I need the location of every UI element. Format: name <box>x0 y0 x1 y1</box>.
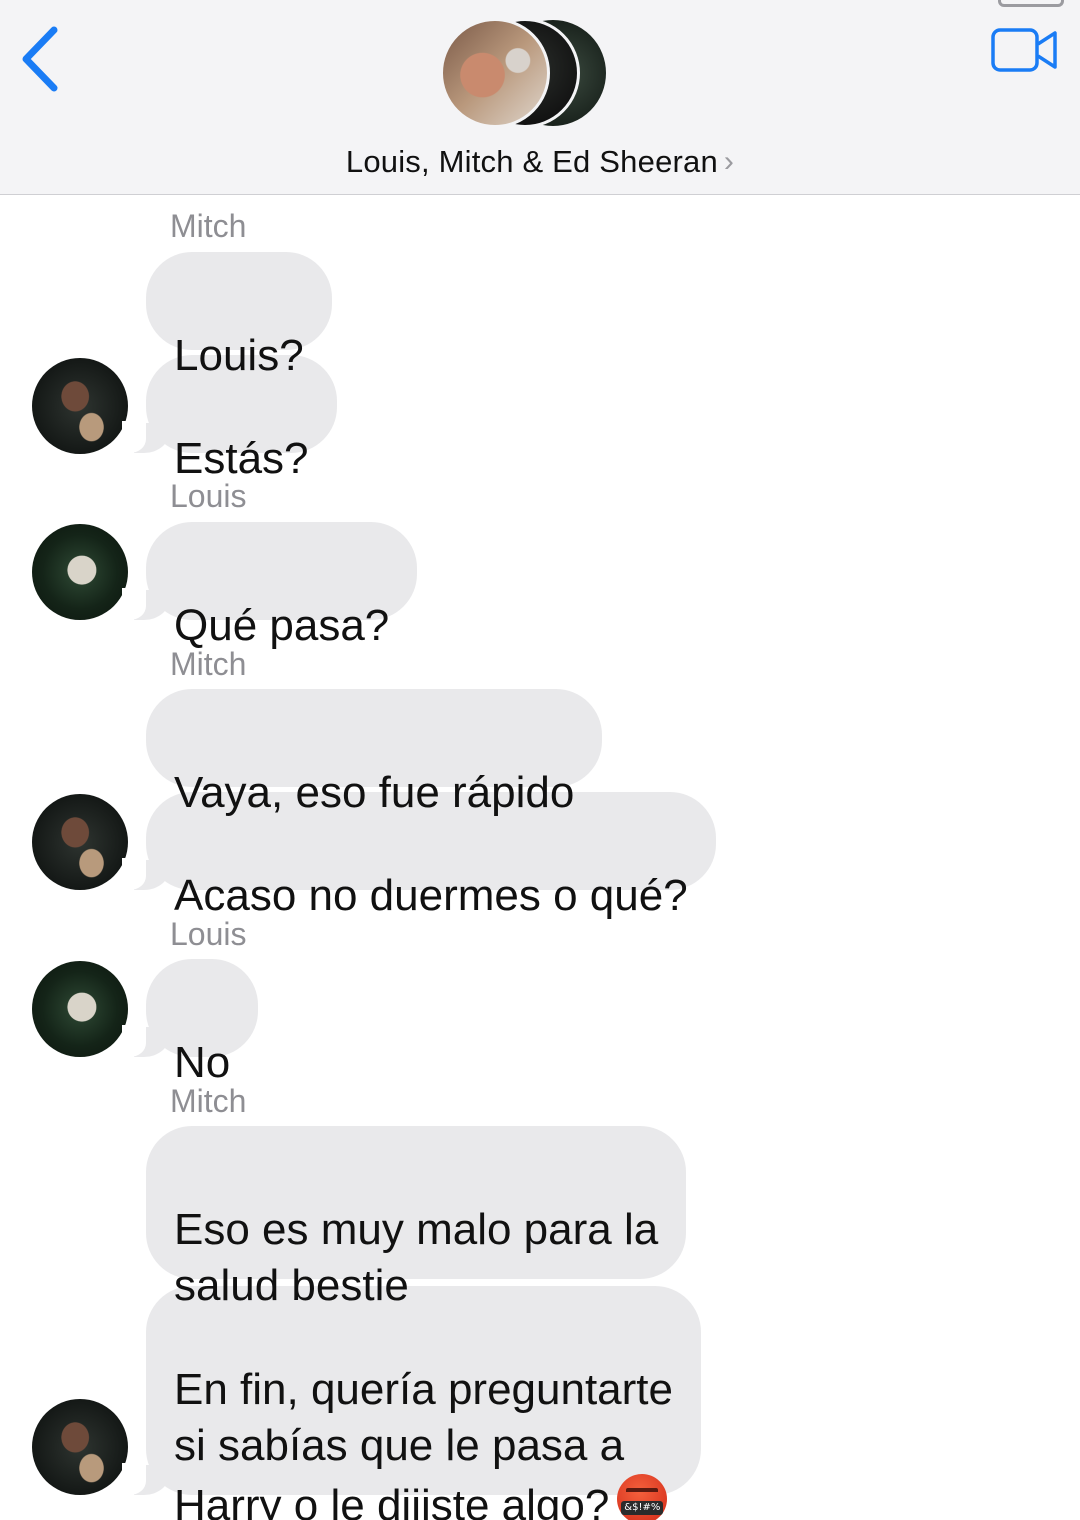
avatar[interactable] <box>32 961 128 1057</box>
chevron-left-icon <box>22 26 58 92</box>
group-member-avatar <box>440 18 550 128</box>
message-text: Vaya, eso fue rápido <box>174 768 575 817</box>
message-text: No <box>174 1038 231 1087</box>
battery-icon <box>998 0 1064 7</box>
message-bubble[interactable]: No <box>121 959 259 1087</box>
group-title[interactable]: Louis, Mitch & Ed Sheeran › <box>0 144 1080 180</box>
group-avatar-stack[interactable] <box>440 18 615 130</box>
video-camera-icon <box>991 28 1057 72</box>
sender-name: Mitch <box>170 646 247 682</box>
sender-name: Louis <box>170 478 247 514</box>
message-bubble[interactable]: Vaya, eso fue rápido <box>146 689 603 817</box>
message-bubble[interactable]: Qué pasa? <box>121 522 418 650</box>
sender-name: Mitch <box>170 208 247 244</box>
avatar[interactable] <box>32 524 128 620</box>
message-text: Acaso no duermes o qué? <box>174 871 688 920</box>
facetime-video-button[interactable] <box>990 26 1060 76</box>
avatar[interactable] <box>32 794 128 890</box>
sender-name: Mitch <box>170 1083 247 1119</box>
message-text: Qué pasa? <box>174 601 390 650</box>
face-with-symbols-on-mouth-emoji <box>617 1474 668 1520</box>
back-button[interactable] <box>14 22 74 96</box>
conversation-header: Louis, Mitch & Ed Sheeran › <box>0 0 1080 195</box>
message-bubble[interactable]: Eso es muy malo para la salud bestie <box>146 1126 687 1310</box>
chevron-right-icon: › <box>723 145 735 178</box>
message-bubble[interactable]: Louis? <box>146 252 332 380</box>
message-bubble[interactable]: En fin, quería preguntarte si sabías que… <box>122 1286 701 1520</box>
message-text: Estás? <box>174 434 309 483</box>
message-text: En fin, quería preguntarte si sabías que… <box>174 1365 673 1520</box>
avatar[interactable] <box>32 1399 128 1495</box>
avatar[interactable] <box>32 358 128 454</box>
message-text: Louis? <box>174 331 304 380</box>
sender-name: Louis <box>170 916 247 952</box>
imessage-group-chat-screen: Louis, Mitch & Ed Sheeran › Mitch Louis? … <box>0 0 1080 1520</box>
group-title-text: Louis, Mitch & Ed Sheeran <box>345 144 718 179</box>
